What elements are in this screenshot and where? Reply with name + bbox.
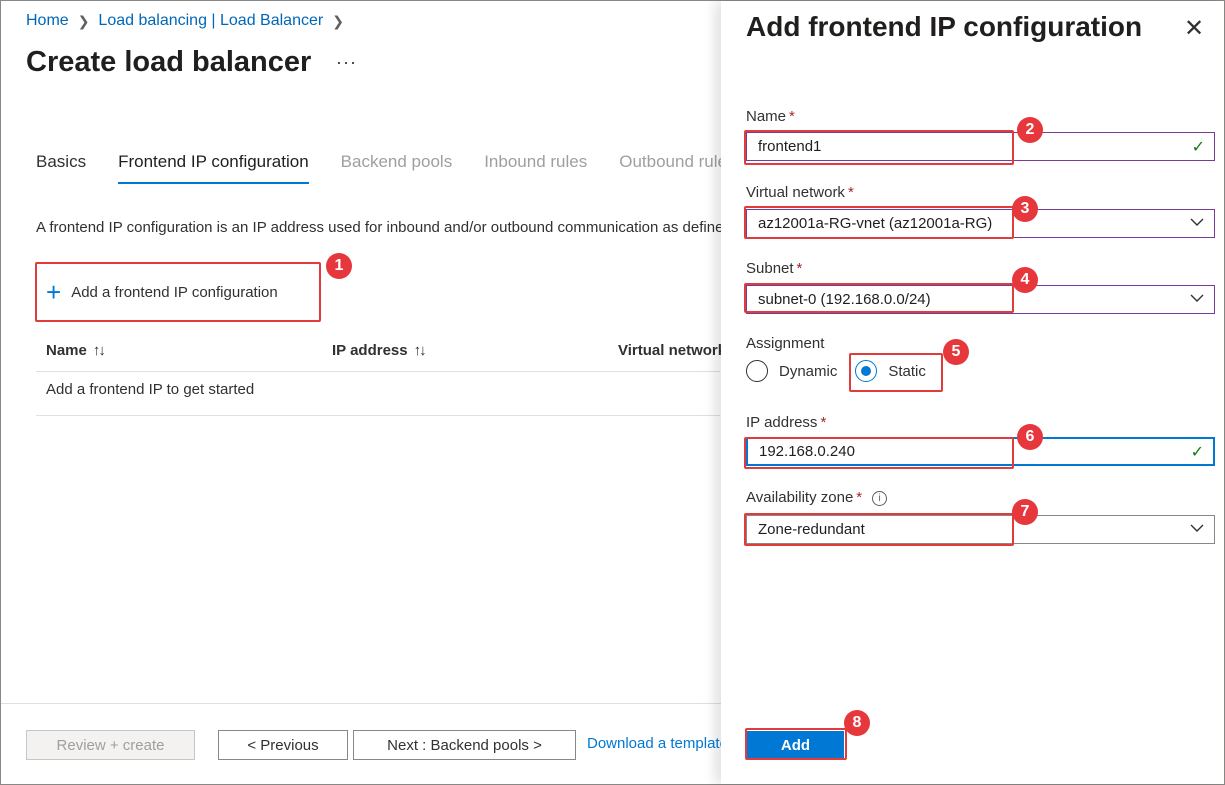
availability-zone-label: Availability zone * i <box>746 489 888 506</box>
info-icon[interactable]: i <box>872 491 888 506</box>
tab-inbound-rules[interactable]: Inbound rules <box>484 152 587 184</box>
virtual-network-label: Virtual network * <box>746 184 854 201</box>
tab-backend-pools[interactable]: Backend pools <box>341 152 453 184</box>
previous-button[interactable]: < Previous <box>218 730 348 760</box>
chevron-right-icon: ❯ <box>332 12 344 29</box>
highlight-box-2 <box>744 130 1014 165</box>
breadcrumb: Home ❯ Load balancing | Load Balancer ❯ <box>26 12 353 30</box>
radio-dynamic-label: Dynamic <box>779 362 838 380</box>
highlight-box-1 <box>35 262 321 322</box>
chevron-down-icon <box>1190 294 1204 302</box>
highlight-box-5 <box>849 353 943 392</box>
page-title: Create load balancer <box>26 46 312 78</box>
highlight-box-8 <box>745 728 847 760</box>
chevron-down-icon <box>1190 524 1204 532</box>
ip-address-label: IP address * <box>746 414 827 431</box>
more-options-icon[interactable]: ··· <box>336 52 357 73</box>
table-empty-row: Add a frontend IP to get started <box>36 372 720 416</box>
callout-badge-5: 5 <box>943 339 969 365</box>
highlight-box-4 <box>744 283 1014 313</box>
panel-title: Add frontend IP configuration <box>746 11 1143 42</box>
callout-badge-7: 7 <box>1012 499 1038 525</box>
tab-basics[interactable]: Basics <box>36 152 86 184</box>
breadcrumb-load-balancing[interactable]: Load balancing | Load Balancer <box>98 12 323 30</box>
callout-badge-4: 4 <box>1012 267 1038 293</box>
tab-frontend-ip-configuration[interactable]: Frontend IP configuration <box>118 152 309 184</box>
tab-outbound-rules[interactable]: Outbound rules <box>619 152 735 184</box>
review-create-button[interactable]: Review + create <box>26 730 195 760</box>
name-label: Name * <box>746 108 795 125</box>
chevron-right-icon: ❯ <box>77 12 90 29</box>
assignment-label: Assignment <box>746 335 825 352</box>
callout-badge-2: 2 <box>1017 117 1043 143</box>
checkmark-icon: ✓ <box>1190 444 1204 461</box>
column-header-ip-address[interactable]: IP address ↑↓ <box>332 342 427 359</box>
close-icon[interactable]: ✕ <box>1184 17 1204 41</box>
highlight-box-3 <box>744 206 1014 239</box>
callout-badge-6: 6 <box>1017 424 1043 450</box>
callout-badge-1: 1 <box>326 253 352 279</box>
table-header: Name ↑↓ IP address ↑↓ Virtual network <box>36 338 726 372</box>
checkmark-icon: ✓ <box>1191 139 1205 156</box>
tab-bar: Basics Frontend IP configuration Backend… <box>36 152 767 184</box>
next-backend-pools-button[interactable]: Next : Backend pools > <box>353 730 576 760</box>
column-name-label: Name <box>46 342 87 359</box>
column-header-virtual-network[interactable]: Virtual network <box>618 342 726 359</box>
add-frontend-ip-panel: Add frontend IP configuration ✕ Name * fr… <box>721 1 1224 784</box>
chevron-down-icon <box>1190 218 1204 226</box>
highlight-box-7 <box>744 513 1014 546</box>
radio-dynamic[interactable] <box>746 360 768 382</box>
column-ip-label: IP address <box>332 342 408 359</box>
footer-divider <box>1 703 721 704</box>
callout-badge-3: 3 <box>1012 196 1038 222</box>
sort-icon[interactable]: ↑↓ <box>414 342 427 359</box>
column-header-name[interactable]: Name ↑↓ <box>46 342 106 359</box>
column-vnet-label: Virtual network <box>618 342 727 359</box>
subnet-label: Subnet * <box>746 260 803 277</box>
sort-icon[interactable]: ↑↓ <box>93 342 106 359</box>
callout-badge-8: 8 <box>844 710 870 736</box>
download-template-link[interactable]: Download a template for automation <box>587 735 721 752</box>
highlight-box-6 <box>744 437 1014 469</box>
breadcrumb-home[interactable]: Home <box>26 12 69 30</box>
